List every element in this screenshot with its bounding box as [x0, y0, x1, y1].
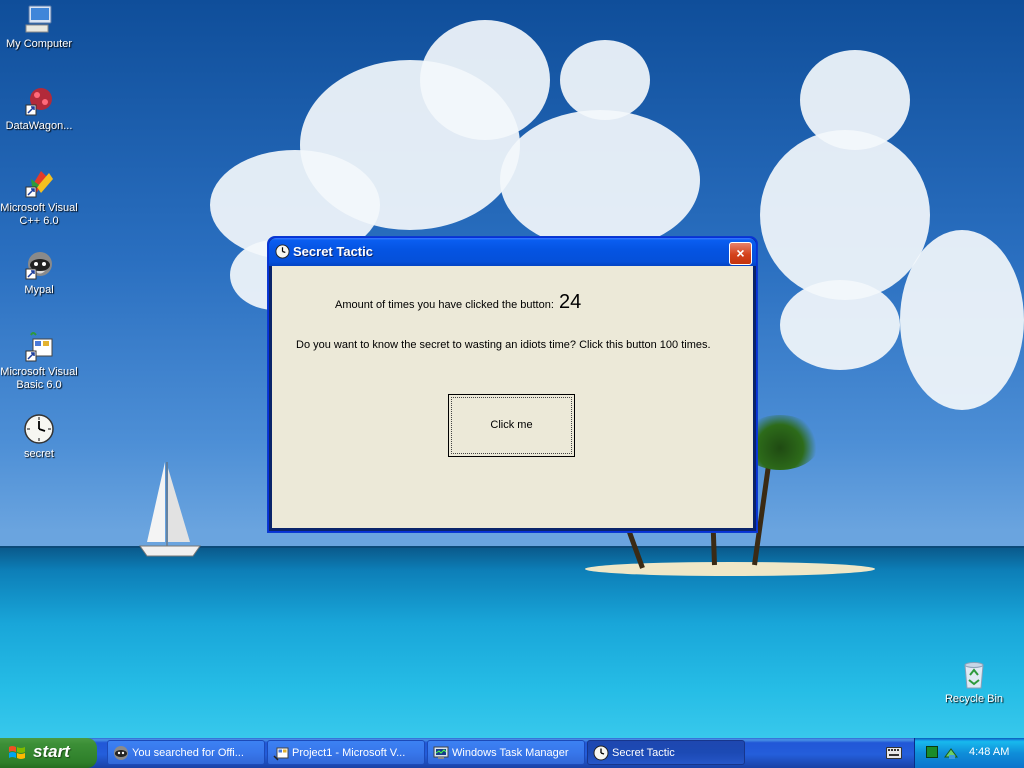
taskbar-item-mypal[interactable]: You searched for Offi... [107, 740, 265, 765]
sea [0, 548, 1024, 738]
click-me-label: Click me [490, 419, 533, 431]
visual-basic-icon [273, 745, 289, 761]
desktop-icon-secret[interactable]: secret [0, 413, 79, 461]
visual-basic-icon [23, 331, 55, 363]
keyboard-icon[interactable] [886, 747, 902, 759]
clock-icon [23, 413, 55, 445]
recycle-bin-icon [958, 658, 990, 690]
island [585, 562, 875, 576]
taskbar-item-label: Secret Tactic [612, 747, 675, 759]
windows-flag-icon [8, 745, 26, 761]
window-client-area: Amount of times you have clicked the but… [272, 266, 753, 528]
datawagon-icon [23, 85, 55, 117]
desktop-icon-label: DataWagon... [5, 120, 73, 132]
close-icon: × [736, 245, 745, 261]
desktop-icon-visual-basic[interactable]: Microsoft Visual Basic 6.0 [0, 331, 79, 392]
taskbar-item-secret-tactic[interactable]: Secret Tactic [587, 740, 745, 765]
click-me-button[interactable]: Click me [448, 394, 575, 457]
desktop-icon-recycle-bin[interactable]: Recycle Bin [934, 658, 1014, 706]
visual-cpp-icon [23, 167, 55, 199]
taskbar-item-project1[interactable]: Project1 - Microsoft V... [267, 740, 425, 765]
clock-icon [593, 745, 609, 761]
count-label: Amount of times you have clicked the but… [335, 299, 554, 311]
tray-app-icon[interactable] [926, 746, 938, 758]
desktop-icon-label: Microsoft Visual Basic 6.0 [0, 366, 78, 391]
desktop-icon-label: Mypal [24, 284, 54, 296]
start-button[interactable]: start [0, 738, 97, 768]
secret-tactic-window: Secret Tactic × Amount of times you have… [268, 237, 757, 532]
taskbar: start You searched for Offi... Project1 … [0, 738, 1024, 768]
taskbar-item-label: Project1 - Microsoft V... [292, 747, 406, 759]
title-bar[interactable]: Secret Tactic × [269, 238, 756, 266]
close-button[interactable]: × [729, 242, 752, 265]
desktop-icon-label: secret [24, 448, 54, 460]
hint-text: Do you want to know the secret to wastin… [296, 339, 711, 351]
desktop-icon-label: Recycle Bin [944, 693, 1004, 705]
focus-rect: Click me [451, 397, 572, 454]
task-manager-icon [433, 745, 449, 761]
desktop-icon-datawagon[interactable]: DataWagon... [0, 85, 79, 133]
safely-remove-hardware-icon[interactable] [943, 745, 959, 761]
desktop-icon-label: My Computer [5, 38, 73, 50]
window-title: Secret Tactic [293, 244, 373, 259]
desktop-icon-mypal[interactable]: Mypal [0, 249, 79, 297]
system-tray: 4:48 AM [914, 738, 1024, 768]
desktop-icon-label: Microsoft Visual C++ 6.0 [0, 202, 78, 227]
start-label: start [33, 742, 70, 761]
taskbar-item-task-manager[interactable]: Windows Task Manager [427, 740, 585, 765]
taskbar-item-label: You searched for Offi... [132, 747, 244, 759]
clock-icon [275, 244, 290, 259]
desktop-icon-visual-cpp[interactable]: Microsoft Visual C++ 6.0 [0, 167, 79, 228]
sailboat [135, 460, 205, 560]
mypal-icon [113, 745, 129, 761]
desktop-icon-my-computer[interactable]: My Computer [0, 3, 79, 51]
my-computer-icon [23, 3, 55, 35]
tray-clock[interactable]: 4:48 AM [969, 746, 1009, 758]
mypal-icon [23, 249, 55, 281]
click-count: 24 [559, 291, 582, 313]
taskbar-item-label: Windows Task Manager [452, 747, 569, 759]
